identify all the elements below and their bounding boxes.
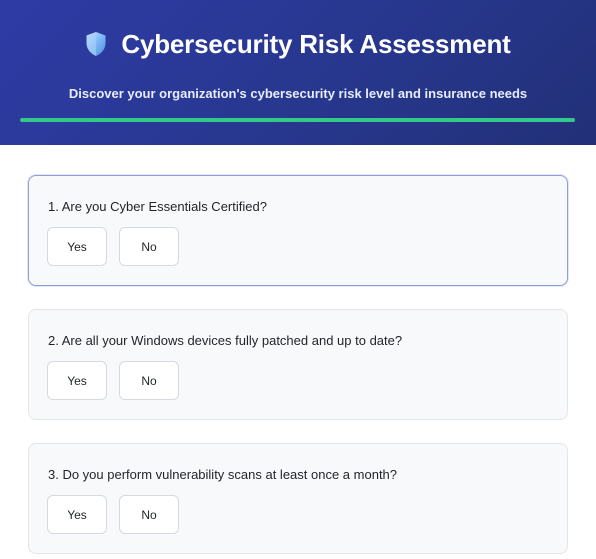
question-card-3: 3. Do you perform vulnerability scans at… — [28, 443, 568, 554]
shield-icon — [85, 31, 107, 57]
title-row: Cybersecurity Risk Assessment — [0, 26, 596, 62]
no-button[interactable]: No — [119, 495, 179, 534]
no-button[interactable]: No — [119, 227, 179, 266]
yes-button[interactable]: Yes — [47, 495, 107, 534]
page-title: Cybersecurity Risk Assessment — [121, 28, 511, 59]
page-subtitle: Discover your organization's cybersecuri… — [68, 86, 528, 101]
question-card-1: 1. Are you Cyber Essentials Certified? Y… — [28, 175, 568, 286]
yes-button[interactable]: Yes — [47, 227, 107, 266]
question-text: 3. Do you perform vulnerability scans at… — [48, 467, 398, 482]
no-button[interactable]: No — [119, 361, 179, 400]
accent-bar — [20, 118, 575, 122]
question-text: 1. Are you Cyber Essentials Certified? — [48, 199, 267, 214]
question-text: 2. Are all your Windows devices fully pa… — [48, 333, 403, 348]
question-card-2: 2. Are all your Windows devices fully pa… — [28, 309, 568, 420]
page-header: Cybersecurity Risk Assessment Discover y… — [0, 0, 596, 145]
yes-button[interactable]: Yes — [47, 361, 107, 400]
